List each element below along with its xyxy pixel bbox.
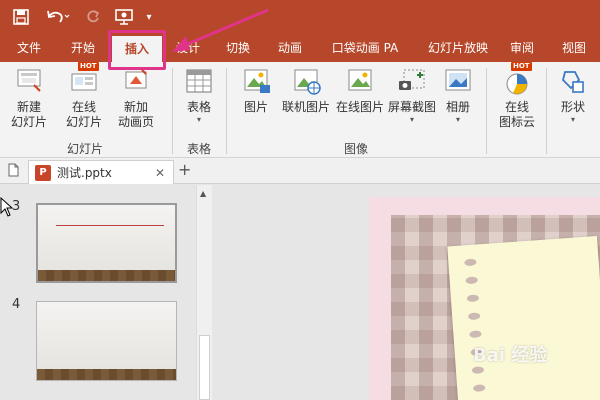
document-tab[interactable]: P 测试.pptx ✕: [28, 160, 174, 184]
paper-hole: [472, 384, 486, 392]
pptx-file-icon: P: [35, 164, 51, 181]
watermark: Bai 经验: [473, 345, 548, 366]
slide-thumbnail[interactable]: [36, 301, 177, 381]
slide-editing-area: Bai 经验: [213, 185, 600, 400]
document-tab-name: 测试.pptx: [57, 166, 112, 180]
title-line: [56, 225, 164, 226]
add-tab-icon[interactable]: +: [178, 160, 191, 179]
paper-hole: [465, 276, 478, 285]
paper-hole: [466, 294, 480, 303]
scrollbar-thumb[interactable]: [199, 335, 210, 400]
paper-hole: [469, 330, 482, 339]
document-tab-bar: P 测试.pptx ✕ +: [0, 158, 600, 184]
paper-hole: [464, 258, 477, 267]
document-icon[interactable]: [6, 163, 20, 180]
scroll-up-icon[interactable]: ▲: [200, 189, 206, 198]
floor-strip: [38, 270, 175, 281]
paper-hole: [467, 312, 481, 321]
mouse-pointer-icon: [0, 196, 14, 220]
thumbnail-scrollbar[interactable]: ▲: [196, 185, 212, 400]
paper-hole: [471, 366, 485, 375]
slide-thumbnail[interactable]: [36, 203, 177, 283]
notebook-paper: [447, 235, 600, 400]
close-icon[interactable]: ✕: [155, 166, 165, 180]
floor-strip: [37, 369, 176, 380]
slide-thumbnail-pane: 3 4: [0, 185, 196, 400]
current-slide[interactable]: [369, 197, 600, 400]
slide-number: 4: [12, 297, 21, 312]
